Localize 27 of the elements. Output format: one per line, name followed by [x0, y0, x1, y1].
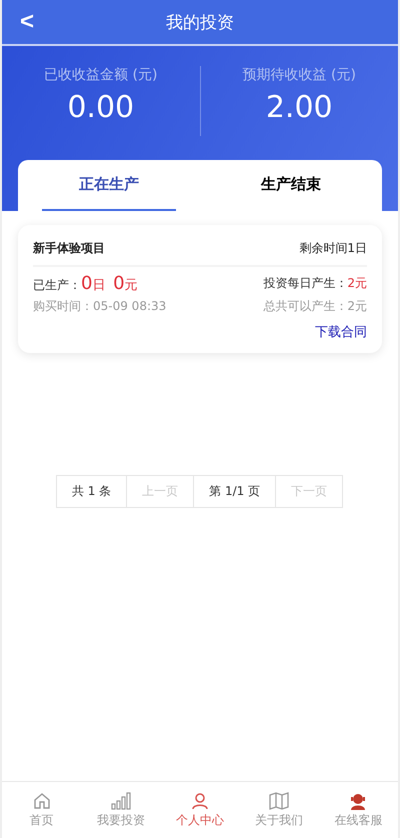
page-title: 我的投资 — [166, 12, 234, 34]
back-button[interactable]: < — [12, 6, 42, 38]
pagination-item[interactable]: 共 1 条 — [56, 475, 128, 508]
summary-label: 预期待收收益 (元) — [242, 66, 356, 84]
tab[interactable]: 生产结束 — [224, 160, 358, 211]
purchase-time: 购买时间：05-09 08:33 — [33, 298, 166, 315]
total-yield: 总共可以产生：2元 — [263, 298, 367, 315]
nav-item[interactable]: 我要投资 — [81, 782, 160, 838]
map-icon — [269, 792, 290, 810]
bar-chart-icon — [110, 792, 131, 810]
tab[interactable]: 正在生产 — [42, 160, 176, 211]
nav-item[interactable]: 首页 — [2, 782, 82, 838]
nav-item[interactable]: 在线客服 — [318, 782, 398, 838]
nav-item[interactable]: 个人中心 — [160, 782, 240, 838]
summary-value: 0.00 — [67, 90, 134, 125]
home-icon — [32, 792, 51, 810]
download-contract-link[interactable]: 下载合同 — [315, 323, 367, 341]
summary-label: 已收收益金额 (元) — [44, 66, 158, 84]
pagination-item[interactable]: 第 1/1 页 — [193, 475, 276, 508]
support-agent-icon — [349, 792, 368, 810]
user-icon — [191, 792, 209, 810]
project-name: 新手体验项目 — [33, 240, 105, 257]
nav-item[interactable]: 关于我们 — [240, 782, 319, 838]
produced-amount: 已生产：0 日 0元 — [33, 273, 138, 294]
summary-value: 2.00 — [266, 90, 333, 125]
remaining-time: 剩余时间1日 — [299, 240, 367, 257]
daily-yield: 投资每日产生：2元 — [263, 275, 367, 292]
